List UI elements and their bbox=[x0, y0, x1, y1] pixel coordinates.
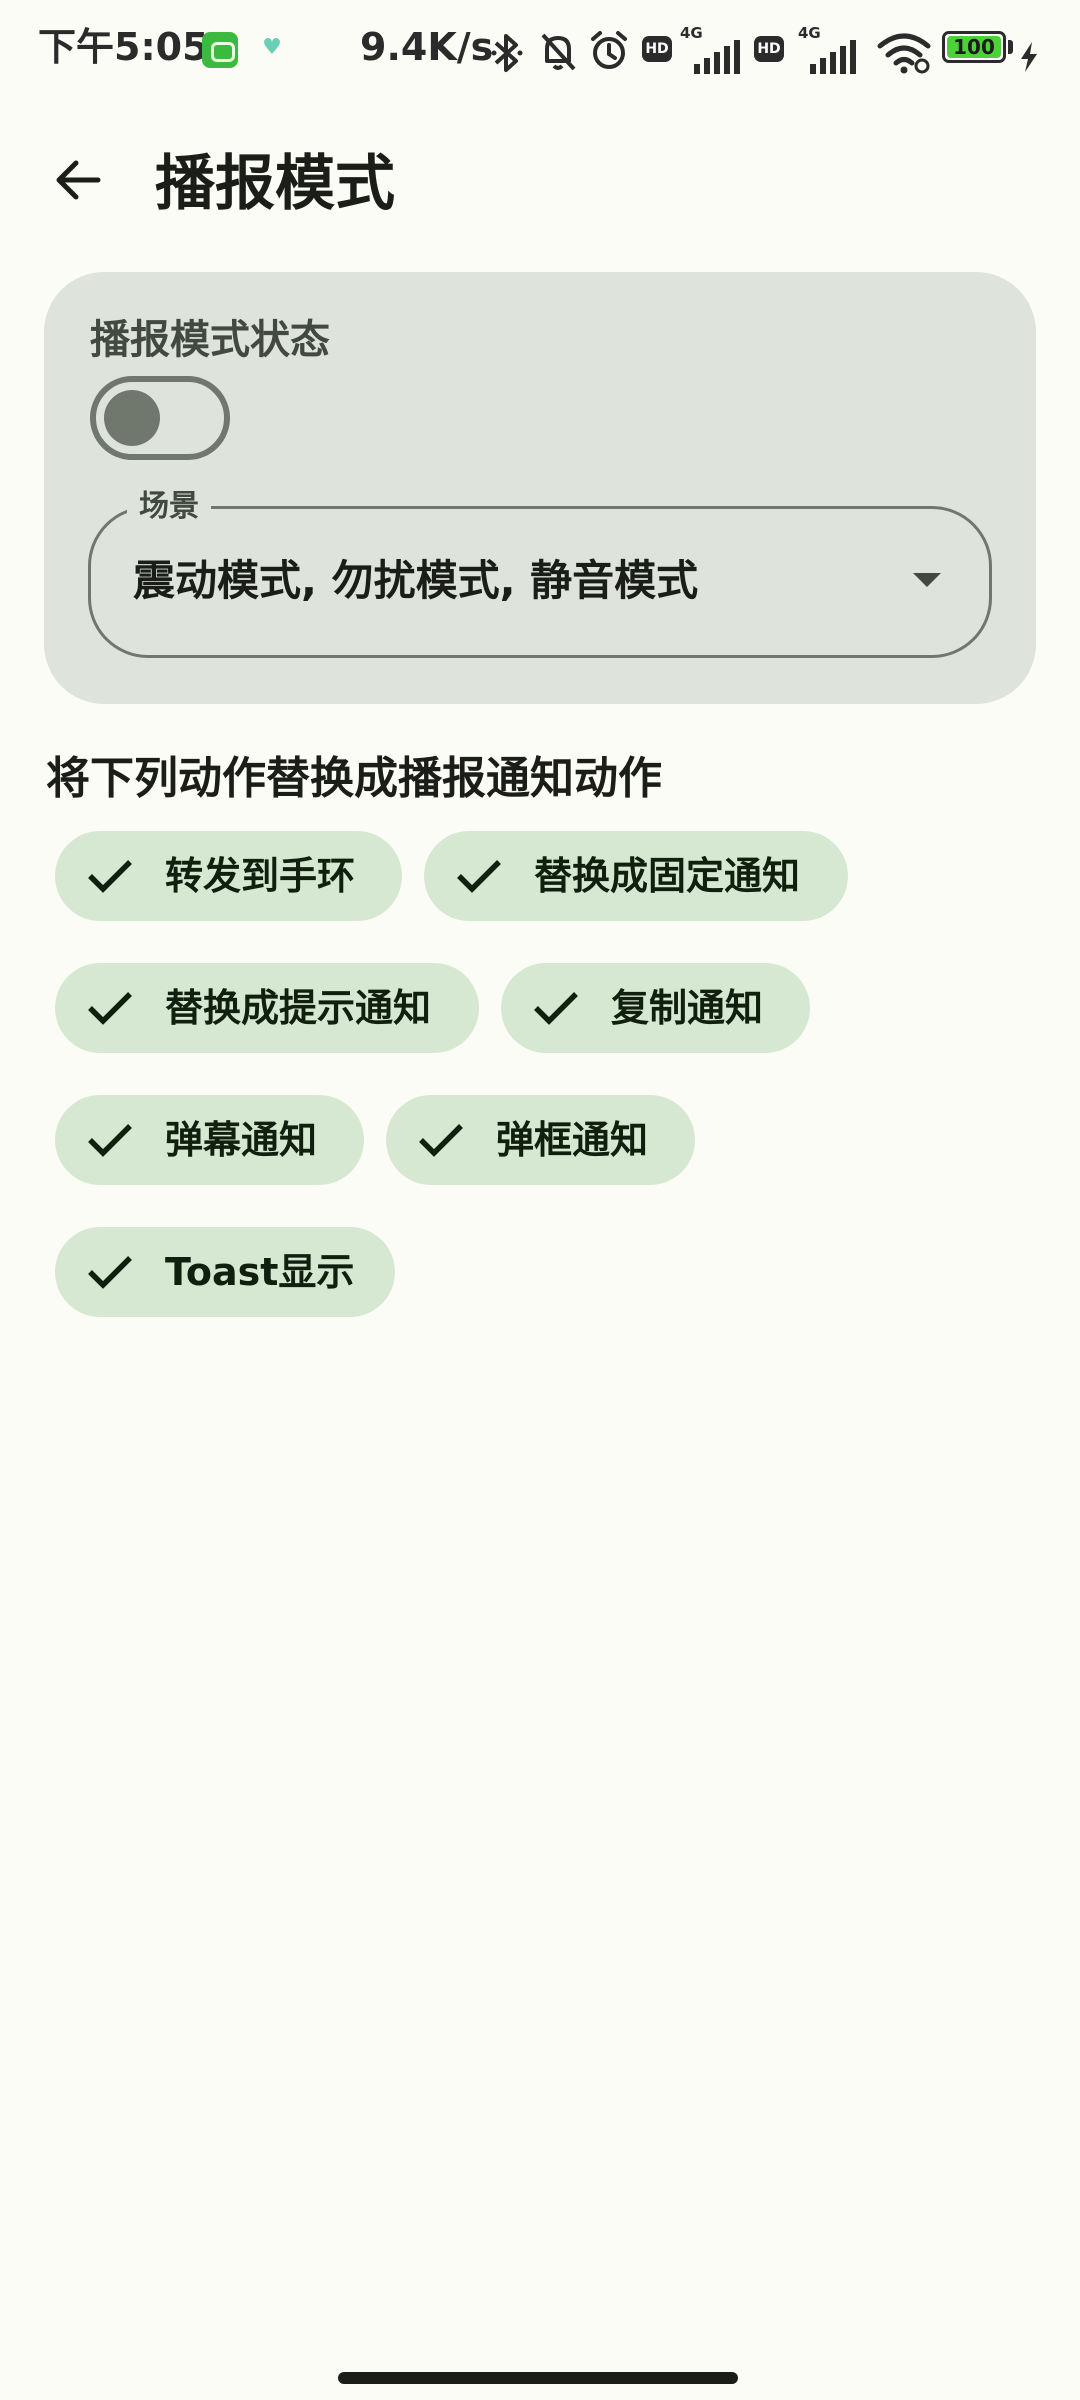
battery-icon: 100 bbox=[942, 31, 1006, 63]
dropdown-arrow-icon[interactable] bbox=[913, 573, 941, 587]
arrow-left-icon bbox=[56, 160, 101, 200]
battery-cap bbox=[1008, 40, 1013, 54]
chip-label: 弹框通知 bbox=[496, 1118, 649, 1162]
chip-label: 转发到手环 bbox=[165, 854, 356, 898]
chip-dialog-notification[interactable]: 弹框通知 bbox=[386, 1095, 695, 1185]
hd-badge-sim1: HD bbox=[642, 36, 672, 62]
chip-label: 替换成提示通知 bbox=[165, 986, 432, 1030]
signal-sim2-icon bbox=[810, 40, 856, 74]
broadcast-mode-switch[interactable] bbox=[90, 376, 230, 460]
battery-level: 100 bbox=[953, 35, 995, 59]
status-label: 播报模式状态 bbox=[90, 317, 330, 363]
check-icon bbox=[534, 992, 578, 1025]
check-icon bbox=[419, 1124, 463, 1157]
check-icon bbox=[88, 1256, 132, 1289]
switch-thumb bbox=[104, 390, 160, 446]
chip-replace-tip-notification[interactable]: 替换成提示通知 bbox=[55, 963, 479, 1053]
chip-replace-fixed-notification[interactable]: 替换成固定通知 bbox=[424, 831, 848, 921]
check-icon bbox=[88, 1124, 132, 1157]
actions-section-title: 将下列动作替换成播报通知动作 bbox=[46, 753, 662, 804]
chip-label: 复制通知 bbox=[611, 986, 764, 1030]
chip-forward-to-band[interactable]: 转发到手环 bbox=[55, 831, 402, 921]
signal-sim1-icon bbox=[694, 40, 740, 74]
network-speed: 9.4K/s bbox=[360, 25, 494, 69]
check-icon bbox=[88, 992, 132, 1025]
scene-value: 震动模式, 勿扰模式, 静音模式 bbox=[133, 556, 699, 605]
back-button[interactable] bbox=[38, 140, 118, 220]
chip-copy-notification[interactable]: 复制通知 bbox=[501, 963, 810, 1053]
chip-label: 替换成固定通知 bbox=[534, 854, 801, 898]
chip-label: 弹幕通知 bbox=[165, 1118, 318, 1162]
app-notification-icon bbox=[202, 32, 238, 68]
home-indicator[interactable] bbox=[338, 2372, 738, 2384]
scene-label: 场景 bbox=[127, 489, 211, 525]
hd-badge-sim2: HD bbox=[754, 36, 784, 62]
page-title: 播报模式 bbox=[155, 149, 395, 219]
alarm-icon bbox=[591, 31, 627, 69]
chip-toast-display[interactable]: Toast显示 bbox=[55, 1227, 395, 1317]
wifi-icon bbox=[877, 33, 931, 74]
charging-icon bbox=[1021, 42, 1037, 72]
mute-icon bbox=[541, 33, 576, 71]
status-time: 下午5:05 bbox=[38, 25, 209, 69]
check-icon bbox=[457, 860, 501, 893]
chip-label: Toast显示 bbox=[165, 1250, 355, 1294]
chip-danmaku-notification[interactable]: 弹幕通知 bbox=[55, 1095, 364, 1185]
broadcast-settings-card: 播报模式状态 场景 震动模式, 勿扰模式, 静音模式 bbox=[44, 272, 1036, 704]
status-bar: 下午5:05 ♥ 9.4K/s HD 4G HD 4G 100 bbox=[0, 0, 1080, 96]
bluetooth-icon bbox=[491, 34, 523, 72]
heart-icon: ♥ bbox=[262, 35, 282, 60]
scene-select[interactable]: 场景 震动模式, 勿扰模式, 静音模式 bbox=[88, 489, 992, 658]
check-icon bbox=[88, 860, 132, 893]
